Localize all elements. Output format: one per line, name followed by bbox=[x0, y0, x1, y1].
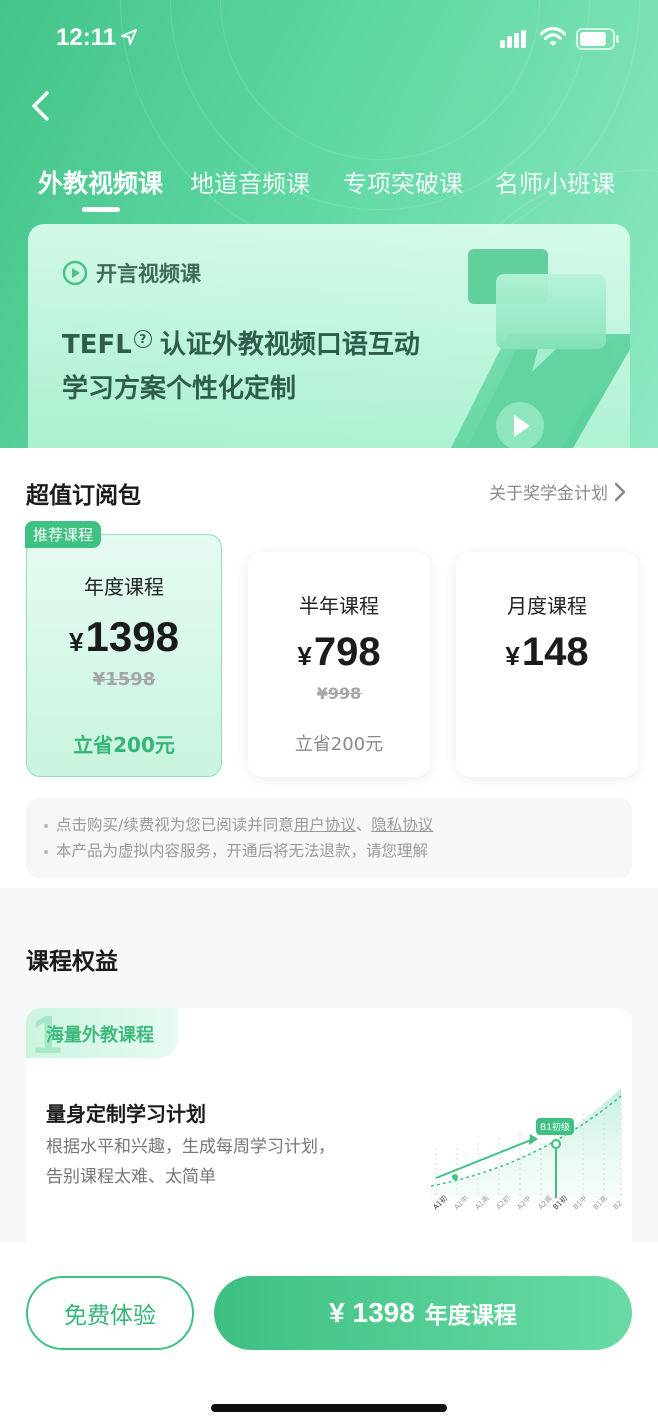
status-time: 12:11 bbox=[56, 24, 117, 51]
chevron-left-icon bbox=[32, 91, 49, 121]
recommend-badge: 推荐课程 bbox=[25, 521, 102, 548]
notice-line-2: 本产品为虚拟内容服务，开通后将无法退款，请您理解 bbox=[44, 838, 614, 864]
plan-card-annual[interactable]: 推荐课程 年度课程 ¥1398 ¥1598 立省200元 bbox=[25, 521, 222, 777]
banner-tag-label: 开言视频课 bbox=[96, 262, 201, 286]
location-arrow-icon bbox=[121, 29, 137, 45]
banner-headline: TEFL? 认证外教视频口语互动 bbox=[62, 324, 420, 361]
benefit-card: 1 海量外教课程 量身定制学习计划 根据水平和兴趣，生成每周学习计划，告别课程太… bbox=[26, 1008, 632, 1268]
plan-card-half-year[interactable]: 半年课程 ¥798 ¥998 立省200元 bbox=[248, 552, 430, 777]
plan-card-monthly[interactable]: 月度课程 ¥148 bbox=[456, 552, 638, 777]
banner-tag: 开言视频课 bbox=[62, 258, 201, 288]
level-progress-chart: B1初级 A1初 A1中 A1高 A2初 A2中 A2高 B1初 B1中 B1高… bbox=[430, 1088, 624, 1211]
plan-price: ¥1398 bbox=[69, 613, 179, 660]
subscription-title: 超值订阅包 bbox=[26, 483, 141, 509]
buy-annual-button[interactable]: ¥ 1398 年度课程 bbox=[214, 1276, 632, 1350]
chart-level-badge: B1初级 bbox=[540, 1121, 570, 1133]
course-banner[interactable]: 开言视频课 TEFL? 认证外教视频口语互动 学习方案个性化定制 bbox=[28, 224, 630, 464]
banner-line1-text: 认证外教视频口语互动 bbox=[159, 330, 420, 360]
benefit-tab-label: 海量外教课程 bbox=[46, 1025, 154, 1046]
scholarship-link-label: 关于奖学金计划 bbox=[489, 484, 608, 504]
chevron-right-icon bbox=[614, 482, 626, 501]
privacy-agreement-link[interactable]: 隐私协议 bbox=[371, 816, 433, 834]
purchase-notice: 点击购买/续费视为您已阅读并同意用户协议、隐私协议 本产品为虚拟内容服务，开通后… bbox=[26, 798, 632, 878]
benefit-description: 根据水平和兴趣，生成每周学习计划，告别课程太难、太简单 bbox=[46, 1137, 335, 1187]
back-button[interactable] bbox=[20, 86, 60, 126]
play-circle-icon bbox=[62, 260, 88, 286]
tab-special-course[interactable]: 专项突破课 bbox=[343, 164, 463, 199]
bullet-dot bbox=[44, 849, 48, 854]
notice-line-1: 点击购买/续费视为您已阅读并同意用户协议、隐私协议 bbox=[44, 812, 614, 838]
plan-name: 月度课程 bbox=[507, 594, 587, 618]
buy-price: ¥ 1398 bbox=[329, 1297, 415, 1328]
home-indicator bbox=[211, 1404, 447, 1412]
cellular-signal-icon bbox=[500, 30, 526, 48]
benefit-tab: 1 海量外教课程 bbox=[26, 1008, 178, 1065]
plan-name: 半年课程 bbox=[299, 594, 379, 618]
banner-tefl: TEFL bbox=[62, 330, 132, 360]
status-bar: 12:11 bbox=[0, 18, 658, 58]
banner-subline: 学习方案个性化定制 bbox=[62, 374, 297, 404]
plan-original-price: ¥998 bbox=[316, 684, 362, 703]
battery-icon bbox=[576, 28, 619, 50]
benefits-title: 课程权益 bbox=[26, 949, 118, 975]
chart-level-label: B2 bbox=[612, 1199, 624, 1211]
plan-savings: 立省200元 bbox=[73, 733, 175, 757]
bullet-dot bbox=[44, 823, 48, 828]
scholarship-link[interactable]: 关于奖学金计划 bbox=[489, 479, 626, 504]
plan-savings: 立省200元 bbox=[294, 734, 384, 755]
info-mark-icon[interactable]: ? bbox=[133, 330, 152, 349]
plan-name: 年度课程 bbox=[84, 575, 164, 599]
tab-audio-course[interactable]: 地道音频课 bbox=[190, 164, 310, 199]
user-agreement-link[interactable]: 用户协议 bbox=[294, 816, 356, 834]
active-tab-indicator bbox=[82, 207, 120, 212]
tab-small-class[interactable]: 名师小班课 bbox=[495, 164, 615, 199]
buy-plan-label: 年度课程 bbox=[424, 1303, 517, 1329]
plan-price: ¥148 bbox=[505, 630, 589, 674]
plan-original-price: ¥1598 bbox=[92, 669, 156, 690]
plan-price: ¥798 bbox=[297, 630, 381, 674]
wifi-icon bbox=[540, 27, 566, 46]
bottom-action-bar: 免费体验 ¥ 1398 年度课程 bbox=[0, 1242, 658, 1424]
benefit-title: 量身定制学习计划 bbox=[46, 1102, 206, 1126]
phone-chat-illustration bbox=[443, 249, 630, 464]
tab-video-course[interactable]: 外教视频课 bbox=[38, 164, 163, 200]
free-trial-button[interactable]: 免费体验 bbox=[26, 1276, 194, 1350]
course-tabs: 外教视频课 地道音频课 专项突破课 名师小班课 bbox=[0, 160, 658, 220]
